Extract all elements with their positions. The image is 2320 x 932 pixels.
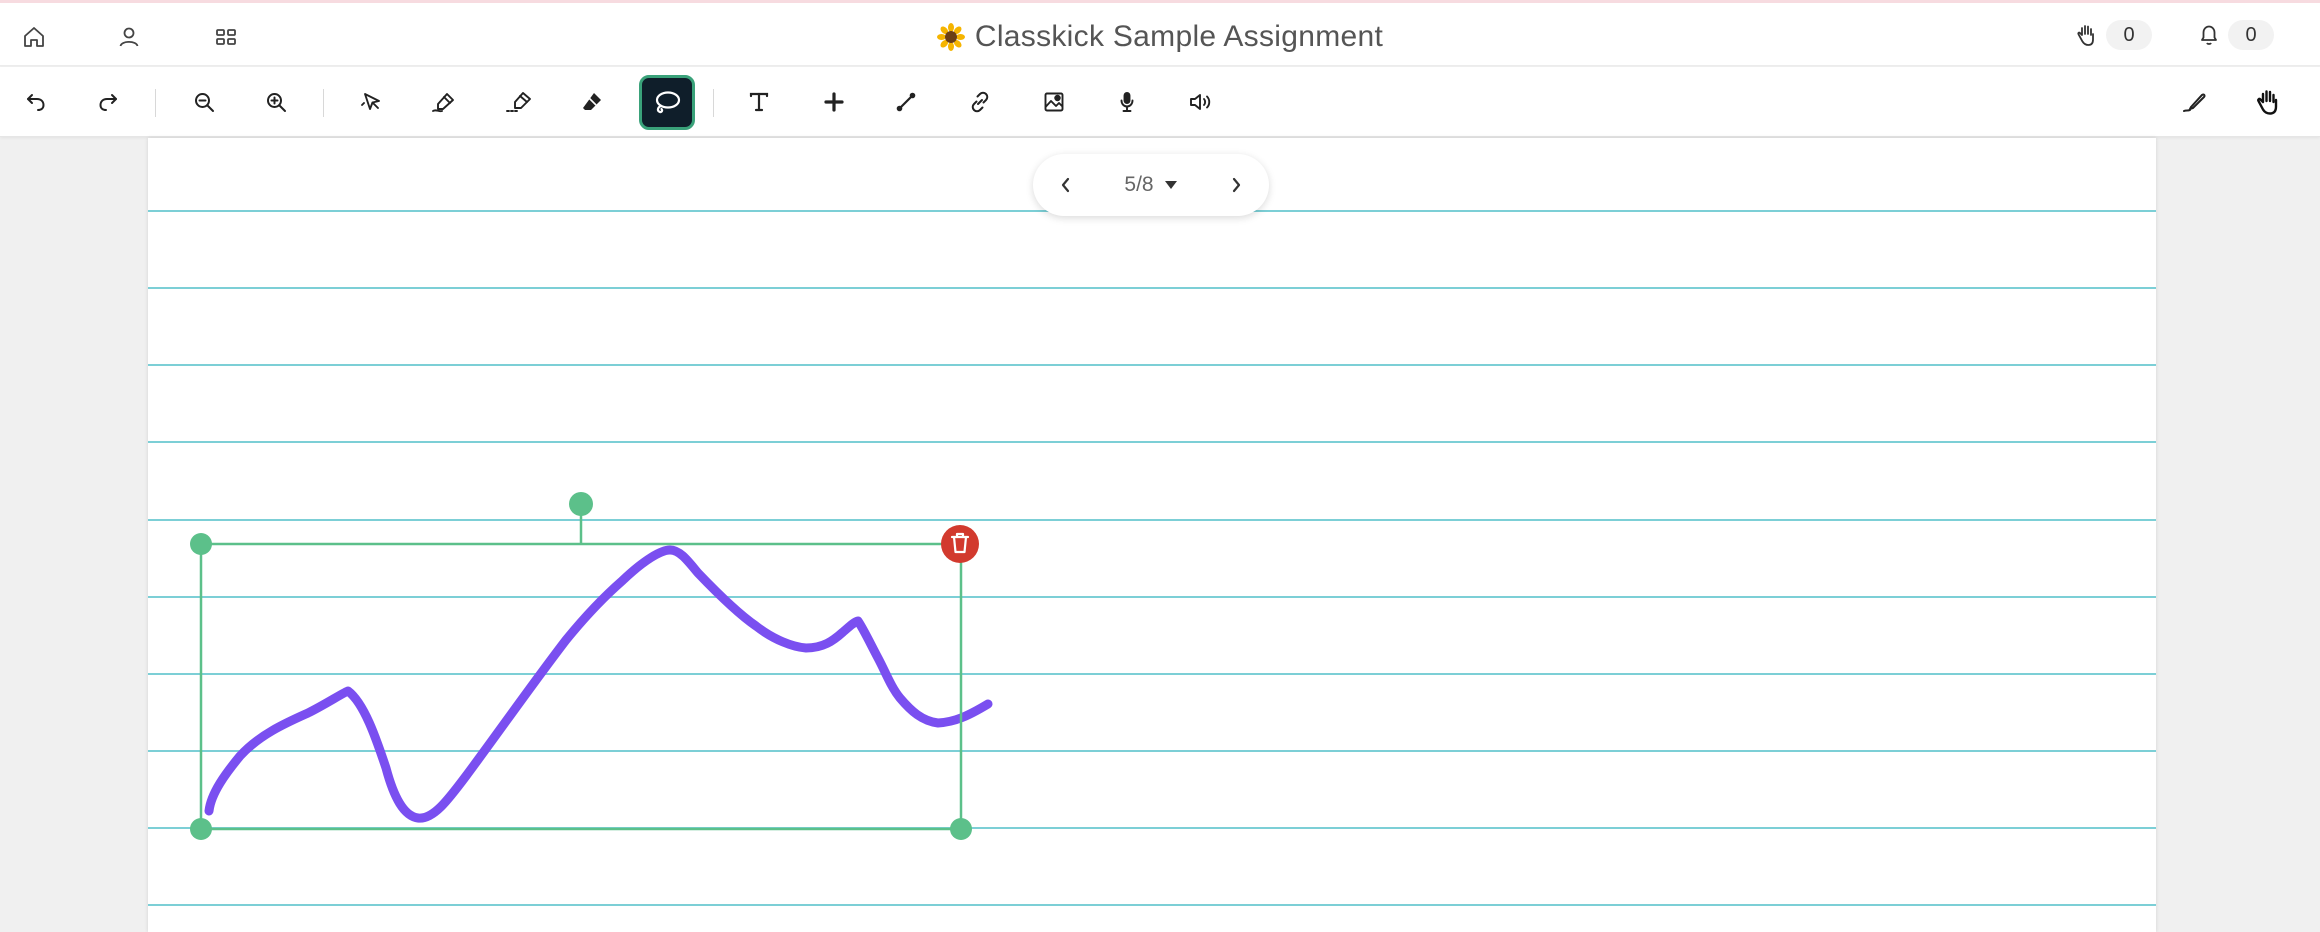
bell-icon — [2201, 25, 2217, 45]
toolbar-divider — [323, 89, 324, 117]
pen-icon — [432, 93, 454, 113]
link-icon — [971, 91, 989, 113]
raised-hands-count: 0 — [2106, 20, 2152, 50]
zoom-out-button[interactable] — [178, 76, 230, 128]
zoom-out-icon — [195, 93, 214, 112]
add-item-tool[interactable] — [808, 76, 860, 128]
hand-icon — [2257, 90, 2278, 115]
resize-handle-bottom-left[interactable] — [190, 818, 212, 840]
microphone-icon — [1120, 92, 1134, 112]
resize-handle-bottom-right[interactable] — [950, 818, 972, 840]
text-icon — [749, 92, 769, 112]
line-tool[interactable] — [880, 76, 932, 128]
signature-tool[interactable] — [2169, 76, 2221, 128]
raise-hand-button[interactable] — [2243, 76, 2295, 128]
highlighter-tool[interactable] — [493, 76, 545, 128]
previous-page-button[interactable] — [1051, 170, 1081, 200]
pen-tool[interactable] — [418, 76, 470, 128]
pointer-tool[interactable] — [346, 76, 398, 128]
chevron-right-icon — [1232, 177, 1241, 193]
chevron-left-icon — [1061, 177, 1070, 193]
sunflower-icon — [936, 23, 965, 51]
redo-button[interactable] — [82, 76, 134, 128]
eraser-icon — [583, 93, 601, 110]
zoom-in-icon — [267, 93, 286, 112]
page-title: Classkick Sample Assignment — [0, 17, 2320, 57]
delete-selection-button[interactable] — [941, 525, 979, 563]
undo-icon — [27, 94, 45, 111]
page-indicator: 5/8 — [1124, 173, 1154, 196]
speaker-icon — [1190, 94, 1211, 110]
highlighter-icon — [506, 92, 531, 112]
plus-icon — [824, 92, 844, 112]
link-tool[interactable] — [954, 76, 1006, 128]
caret-down-icon — [1164, 180, 1178, 190]
toolbar-divider — [155, 89, 156, 117]
raised-hand-icon — [2077, 25, 2094, 46]
line-icon — [896, 92, 916, 112]
undo-button[interactable] — [10, 76, 62, 128]
rotate-handle[interactable] — [569, 492, 593, 516]
image-icon — [1044, 92, 1064, 112]
image-tool[interactable] — [1028, 76, 1080, 128]
text-tool[interactable] — [733, 76, 785, 128]
speaker-tool[interactable] — [1175, 76, 1227, 128]
eraser-tool[interactable] — [566, 76, 618, 128]
page-selector[interactable]: 5/8 — [1124, 173, 1177, 197]
next-page-button[interactable] — [1221, 170, 1251, 200]
resize-handle-top-left[interactable] — [190, 533, 212, 555]
lasso-icon — [655, 90, 681, 113]
redo-icon — [99, 94, 117, 111]
notifications-count: 0 — [2228, 20, 2274, 50]
signature-icon — [2183, 93, 2206, 112]
selection-box[interactable] — [199, 542, 963, 831]
zoom-in-button[interactable] — [250, 76, 302, 128]
header-bar: Classkick Sample Assignment 0 0 — [0, 3, 2320, 66]
toolbar-divider — [713, 89, 714, 117]
page-navigator: 5/8 — [1033, 154, 1269, 216]
ink-stroke[interactable] — [204, 545, 993, 823]
raised-hands-counter[interactable]: 0 — [2076, 19, 2152, 51]
drawing-layer — [190, 492, 993, 840]
notifications-counter[interactable]: 0 — [2198, 19, 2274, 51]
lasso-tool[interactable] — [639, 75, 695, 130]
page-title-text: Classkick Sample Assignment — [974, 20, 1384, 53]
tool-bar — [0, 67, 2320, 137]
pointer-icon — [361, 93, 380, 110]
audio-record-tool[interactable] — [1101, 76, 1153, 128]
canvas-area: 5/8 — [0, 138, 2320, 932]
